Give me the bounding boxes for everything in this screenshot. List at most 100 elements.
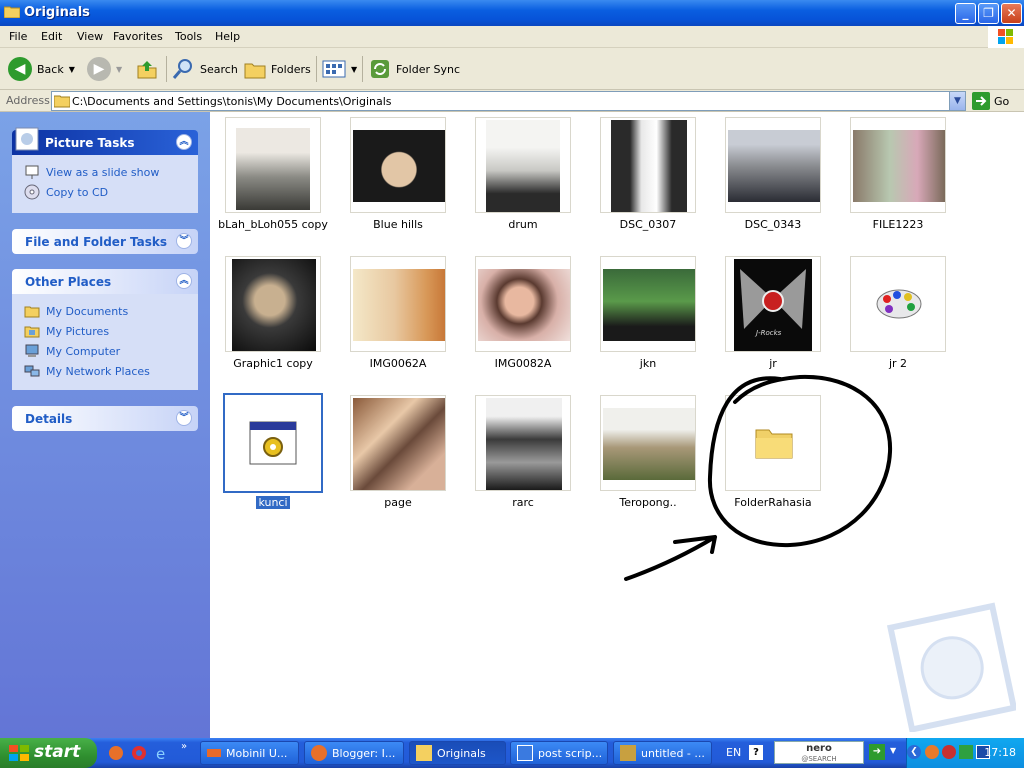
windows-flag-icon [9, 745, 29, 761]
collapse-chevron-icon[interactable]: ︽ [176, 273, 192, 289]
other-places-header[interactable]: Other Places ︽ [12, 269, 198, 294]
menu-view[interactable]: View [77, 30, 103, 43]
folders-button[interactable]: Folders [244, 54, 311, 84]
my-documents-link[interactable]: My Documents [24, 301, 198, 321]
photo-thumbnail [853, 130, 945, 202]
folder-sync-button[interactable]: Folder Sync [369, 54, 460, 84]
menu-favorites[interactable]: Favorites [113, 30, 163, 43]
task-untitled-paint[interactable]: untitled - ... [613, 741, 712, 765]
up-folder-icon [137, 61, 157, 79]
file-name-selected[interactable]: kunci [213, 496, 333, 509]
paint-icon [620, 745, 636, 761]
tray-app-icon[interactable] [959, 745, 973, 759]
show-hidden-icons-button[interactable]: ❮ [907, 745, 921, 759]
file-name[interactable]: DSC_0307 [588, 218, 708, 231]
hand-drawn-circle-arrow [624, 374, 893, 581]
photo-thumbnail [611, 120, 687, 212]
file-name[interactable]: drum [463, 218, 583, 231]
my-network-places-link[interactable]: My Network Places [24, 361, 198, 381]
forward-button[interactable]: ▶ ▼ [87, 54, 122, 84]
file-thumb-rarc[interactable] [475, 395, 571, 491]
menu-edit[interactable]: Edit [41, 30, 62, 43]
file-thumb-drum[interactable] [475, 117, 571, 213]
task-mobinil[interactable]: Mobinil U... [200, 741, 299, 765]
tray-app-icon[interactable] [942, 745, 956, 759]
views-button[interactable]: ▼ [322, 54, 357, 84]
file-thumb-jkn[interactable] [600, 256, 696, 352]
help-icon[interactable]: ? [749, 745, 763, 760]
file-name[interactable]: Graphic1 copy [213, 357, 333, 370]
menu-tools[interactable]: Tools [175, 30, 202, 43]
my-computer-link[interactable]: My Computer [24, 341, 198, 361]
file-thumb-dsc0307[interactable] [600, 117, 696, 213]
file-thumb-file1223[interactable] [850, 117, 946, 213]
file-name[interactable]: bLah_bLoh055 copy [213, 218, 333, 231]
file-thumb-bluehills[interactable] [350, 117, 446, 213]
wings-logo-icon [740, 269, 806, 329]
address-input[interactable]: C:\Documents and Settings\tonis\My Docum… [51, 91, 966, 111]
file-name[interactable]: FILE1223 [838, 218, 958, 231]
dropdown-icon[interactable]: ▼ [890, 746, 896, 755]
close-button[interactable]: ✕ [1001, 3, 1022, 24]
expand-chevron-icon[interactable]: ︾ [176, 410, 192, 426]
file-thumb-jr[interactable]: J-Rocks [725, 256, 821, 352]
photo-thumbnail [728, 130, 820, 202]
file-name[interactable]: DSC_0343 [713, 218, 833, 231]
address-dropdown-button[interactable]: ▼ [949, 92, 965, 110]
quicklaunch-overflow-icon[interactable]: » [181, 741, 187, 752]
file-thumb-kunci[interactable] [223, 393, 323, 493]
go-arrow-icon[interactable]: ➜ [869, 744, 885, 760]
my-network-places-label: My Network Places [46, 364, 150, 378]
task-post-script[interactable]: post scrip... [510, 741, 608, 765]
task-originals[interactable]: Originals [409, 741, 506, 765]
file-thumb-graphic1[interactable] [225, 256, 321, 352]
folder-sync-label: Folder Sync [396, 62, 461, 76]
task-blogger[interactable]: Blogger: I... [304, 741, 404, 765]
file-thumb-page[interactable] [350, 395, 446, 491]
my-pictures-link[interactable]: My Pictures [24, 321, 198, 341]
up-folder-button[interactable] [136, 54, 158, 84]
file-name[interactable]: Blue hills [338, 218, 458, 231]
back-button[interactable]: ◀ Back ▼ [8, 54, 75, 84]
folders-icon [244, 63, 266, 79]
file-name[interactable]: IMG0062A [338, 357, 458, 370]
maximize-button[interactable]: ❐ [978, 3, 999, 24]
file-view: bLah_bLoh055 copy Blue hills drum DSC_03… [210, 112, 1024, 738]
picture-tasks-panel: Picture Tasks ︽ View as a slide show Cop… [12, 127, 198, 213]
details-header[interactable]: Details ︾ [12, 406, 198, 431]
tray-app-icon[interactable] [925, 745, 939, 759]
collapse-chevron-icon[interactable]: ︽ [176, 134, 192, 150]
expand-chevron-icon[interactable]: ︾ [176, 233, 192, 249]
file-name[interactable]: page [338, 496, 458, 509]
language-indicator[interactable]: EN [726, 746, 741, 759]
file-thumb-dsc0343[interactable] [725, 117, 821, 213]
my-pictures-icon [24, 326, 40, 338]
file-name[interactable]: rarc [463, 496, 583, 509]
search-button[interactable]: Search [171, 54, 238, 84]
paint-palette-icon [876, 289, 922, 319]
firefox-icon[interactable] [108, 745, 124, 761]
file-thumb-jr2[interactable] [850, 256, 946, 352]
file-thumb-img0082a[interactable] [475, 256, 571, 352]
picture-tasks-header[interactable]: Picture Tasks ︽ [12, 127, 198, 155]
nero-search-box[interactable]: nero @SEARCH [774, 741, 864, 764]
start-button[interactable]: start [0, 738, 97, 768]
folder-icon [54, 95, 70, 108]
menu-help[interactable]: Help [215, 30, 240, 43]
task-label: untitled - ... [641, 746, 705, 760]
menu-bar: File Edit View Favorites Tools Help [0, 26, 1024, 48]
file-name[interactable]: IMG0082A [463, 357, 583, 370]
file-thumb-img0062a[interactable] [350, 256, 446, 352]
file-thumb-blah[interactable] [225, 117, 321, 213]
file-folder-tasks-header[interactable]: File and Folder Tasks ︾ [12, 229, 198, 254]
copy-to-cd-label: Copy to CD [46, 185, 109, 199]
windows-logo-icon [988, 26, 1024, 48]
go-button[interactable]: Go [972, 92, 1009, 110]
copy-to-cd-link[interactable]: Copy to CD [24, 182, 198, 202]
start-label: start [34, 742, 81, 762]
minimize-button[interactable]: _ [955, 3, 976, 24]
menu-file[interactable]: File [9, 30, 27, 43]
chrome-icon[interactable] [131, 745, 147, 761]
internet-explorer-icon[interactable]: e [154, 745, 170, 761]
slideshow-link[interactable]: View as a slide show [24, 162, 198, 182]
